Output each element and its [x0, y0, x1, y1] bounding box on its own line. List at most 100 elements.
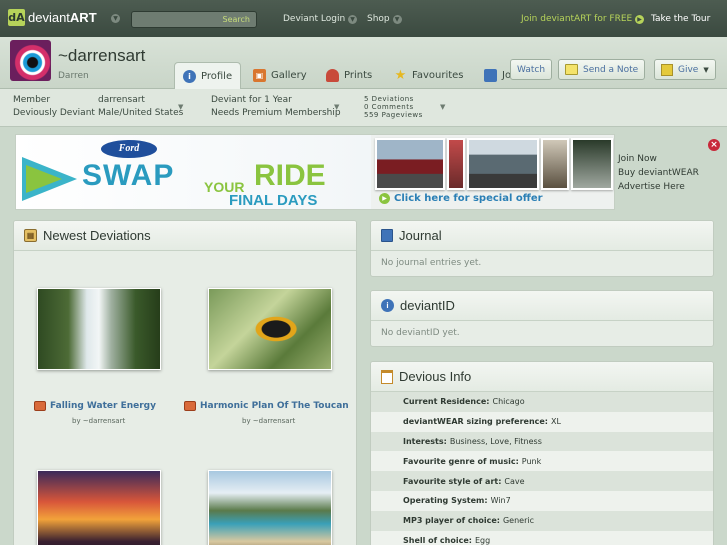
- falling-water-thumbnail[interactable]: [37, 288, 161, 370]
- info-icon: i: [183, 70, 196, 83]
- username[interactable]: ~darrensart: [58, 46, 145, 66]
- activity-stats[interactable]: 5 Deviations 0 Comments 559 Pageviews: [364, 95, 423, 119]
- chevron-down-icon: ▼: [348, 15, 358, 24]
- chevron-down-icon: ▼: [392, 15, 402, 24]
- tab-gallery[interactable]: ▣ Gallery: [245, 62, 315, 89]
- car-photo: [467, 138, 539, 190]
- watch-button[interactable]: Watch: [510, 59, 553, 80]
- arrow-right-icon: ▶: [635, 15, 645, 24]
- tab-profile[interactable]: i Profile: [174, 62, 242, 90]
- profile-stats: Member Deviously Deviant darrensart Male…: [0, 89, 727, 127]
- deviation-author[interactable]: by ~darrensart: [242, 417, 295, 425]
- sunset-thumbnail[interactable]: [37, 470, 161, 545]
- deviantid-panel: i deviantID No deviantID yet.: [370, 290, 714, 347]
- deviation-icon: [184, 401, 196, 411]
- info-label: Operating System:: [403, 496, 488, 506]
- chevron-down-icon[interactable]: ▼: [178, 103, 183, 111]
- deviant-login-label: Deviant Login: [283, 14, 346, 24]
- deviation-title: Falling Water Energy: [50, 401, 156, 411]
- deviantart-logo[interactable]: dA deviantART: [8, 9, 97, 26]
- deviant-info[interactable]: Deviant for 1 Year Needs Premium Members…: [211, 94, 341, 120]
- journal-icon: [381, 229, 393, 242]
- devious-info-panel: Devious Info Current Residence: Chicago d…: [370, 361, 714, 545]
- close-icon[interactable]: ×: [708, 139, 720, 151]
- top-bar: dA deviantART ▼ Search Deviant Login ▼ S…: [0, 0, 727, 37]
- give-label: Give: [678, 64, 699, 75]
- car-photo: [571, 138, 613, 190]
- join-now-link[interactable]: Join Now: [618, 152, 699, 166]
- chevron-down-icon[interactable]: ▼: [334, 103, 339, 111]
- toucan-thumbnail[interactable]: [208, 288, 332, 370]
- comment-count: 0 Comments: [364, 103, 414, 111]
- search-input[interactable]: Search: [131, 11, 257, 28]
- send-note-button[interactable]: Send a Note: [558, 59, 646, 80]
- user-location: Male/United States: [98, 108, 184, 118]
- panel-header: i deviantID: [371, 291, 713, 321]
- info-label: MP3 player of choice:: [403, 516, 500, 526]
- join-link[interactable]: Join deviantART for FREE ▶: [521, 14, 645, 24]
- panel-header: Journal: [371, 221, 713, 251]
- info-row: Favourite style of art: Cave: [371, 471, 713, 491]
- deviant-login-link[interactable]: Deviant Login ▼: [283, 14, 358, 24]
- info-row: Interests: Business, Love, Fitness: [371, 431, 713, 452]
- panel-title: Newest Deviations: [43, 228, 151, 243]
- ad-final-days: FINAL DAYS: [229, 192, 318, 209]
- search-button[interactable]: Search: [219, 13, 254, 26]
- buy-deviantwear-link[interactable]: Buy deviantWEAR: [618, 166, 699, 180]
- send-note-label: Send a Note: [583, 64, 639, 75]
- tab-label: Favourites: [412, 70, 464, 81]
- info-row: Current Residence: Chicago: [371, 392, 713, 412]
- document-icon: [381, 369, 393, 384]
- member-status: Deviously Deviant: [13, 108, 95, 118]
- info-value: Generic: [502, 516, 535, 526]
- tab-label: Profile: [201, 71, 233, 82]
- tab-favourites[interactable]: ★ Favourites: [386, 62, 472, 89]
- star-icon: ★: [394, 68, 407, 83]
- journal-icon: [484, 69, 497, 82]
- info-icon: i: [381, 299, 394, 312]
- newest-deviations-panel: ▦ Newest Deviations Falling Water Energy…: [13, 220, 357, 545]
- member-type: Member: [13, 95, 51, 105]
- prints-icon: [326, 69, 339, 82]
- advertise-here-link[interactable]: Advertise Here: [618, 180, 699, 194]
- info-label: Shell of choice:: [403, 535, 472, 545]
- gallery-icon: ▣: [253, 69, 266, 82]
- pageview-count: 559 Pageviews: [364, 111, 423, 119]
- give-button[interactable]: Give ▼: [654, 59, 716, 80]
- deviation-title-link[interactable]: Falling Water Energy: [34, 401, 156, 411]
- chevron-down-icon[interactable]: ▼: [440, 103, 445, 111]
- ad-arrow-graphic-inner: [26, 165, 62, 193]
- avatar[interactable]: [10, 40, 51, 81]
- panel-header: Devious Info: [371, 362, 713, 392]
- info-value: XL: [551, 417, 561, 427]
- info-value: Business, Love, Fitness: [449, 436, 542, 446]
- chevron-down-icon[interactable]: ▼: [111, 14, 120, 23]
- panel-title: Journal: [399, 228, 442, 243]
- real-name: Darren: [58, 71, 89, 81]
- beach-thumbnail[interactable]: [208, 470, 332, 545]
- car-photo: [541, 138, 569, 190]
- play-icon: ▶: [379, 193, 390, 204]
- info-label: deviantWEAR sizing preference:: [403, 417, 548, 427]
- info-value: Cave: [504, 476, 525, 486]
- deviation-title-link[interactable]: Harmonic Plan Of The Toucan: [184, 401, 349, 411]
- info-value: Punk: [521, 456, 542, 466]
- tab-prints[interactable]: Prints: [318, 62, 380, 89]
- ford-logo: Ford: [101, 140, 157, 158]
- info-label: Current Residence:: [403, 397, 490, 407]
- shop-link[interactable]: Shop ▼: [367, 14, 402, 24]
- deviantart-logo-icon: dA: [8, 9, 25, 26]
- devious-info-list: Current Residence: Chicago deviantWEAR si…: [371, 392, 713, 545]
- shop-label: Shop: [367, 14, 390, 24]
- info-row: Operating System: Win7: [371, 490, 713, 511]
- tour-link[interactable]: Take the Tour: [651, 14, 710, 24]
- deviation-author[interactable]: by ~darrensart: [72, 417, 125, 425]
- ad-photos: ▶ Click here for special offer: [371, 135, 614, 209]
- info-value: Egg: [474, 535, 491, 545]
- ad-cta-link[interactable]: ▶ Click here for special offer: [379, 193, 543, 204]
- info-row: Shell of choice: Egg: [371, 530, 713, 545]
- gift-icon: [661, 63, 673, 76]
- ford-ad-banner[interactable]: Ford SWAP YOUR RIDE FINAL DAYS ▶ Click h…: [15, 134, 615, 210]
- user-info[interactable]: darrensart Male/United States: [98, 94, 183, 120]
- info-label: Interests:: [403, 436, 447, 446]
